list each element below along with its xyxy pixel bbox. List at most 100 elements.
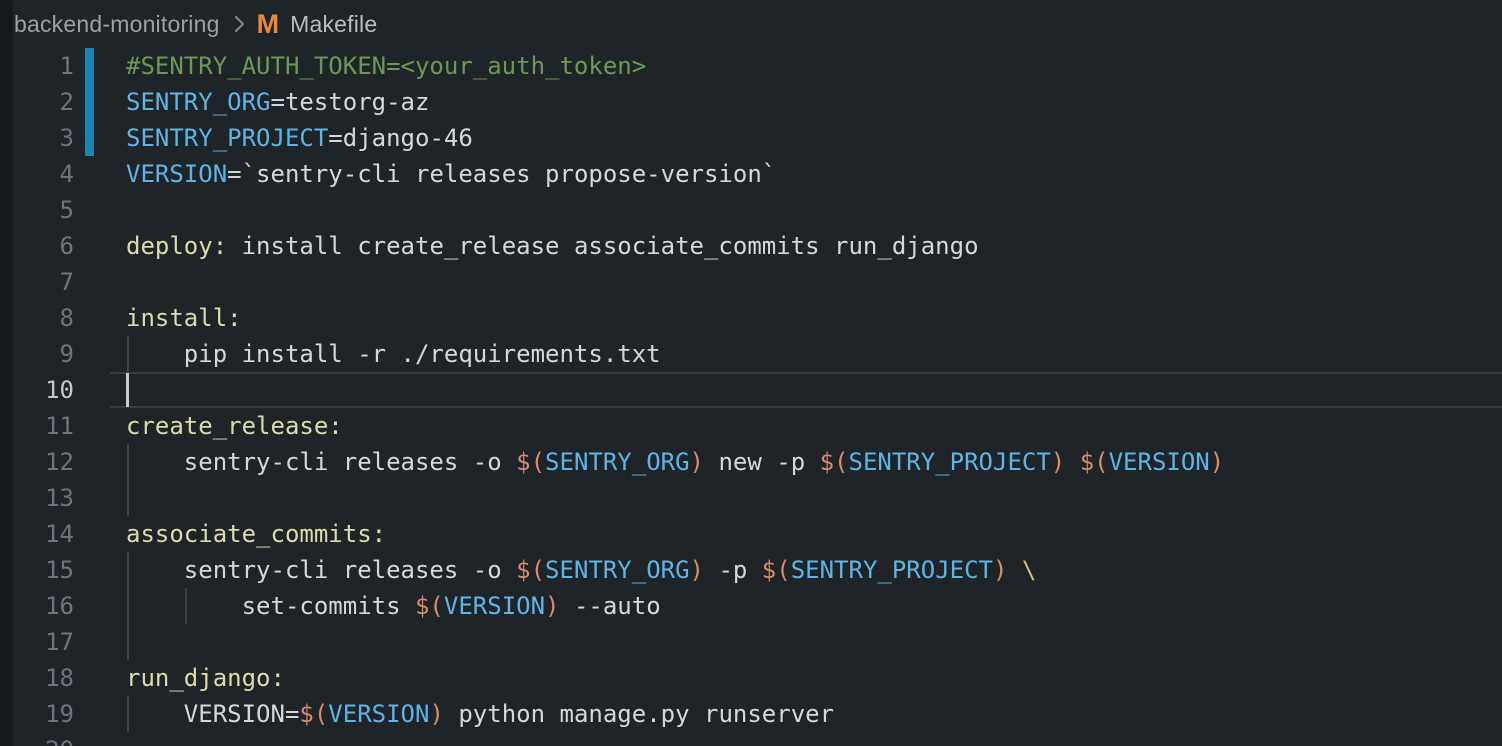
code-token: SENTRY_PROJECT — [126, 124, 328, 152]
makefile-icon: M — [257, 11, 280, 38]
code-token: SENTRY_ORG — [545, 448, 690, 476]
breadcrumb: backend-monitoring M Makefile — [0, 0, 1502, 48]
code-line-text[interactable]: deploy: install create_release associate… — [126, 228, 1502, 264]
code-line[interactable]: 16 set-commits $(VERSION) --auto — [0, 588, 1502, 624]
code-line-text[interactable] — [126, 372, 1502, 408]
code-token: VERSION — [126, 160, 227, 188]
code-line-text[interactable]: #SENTRY_AUTH_TOKEN=<your_auth_token> — [126, 48, 1502, 84]
breadcrumb-folder[interactable]: backend-monitoring — [14, 11, 220, 38]
code-token: $( — [762, 556, 791, 584]
code-editor[interactable]: 1#SENTRY_AUTH_TOKEN=<your_auth_token>2SE… — [0, 48, 1502, 746]
code-line-text[interactable] — [126, 732, 1502, 746]
code-token: create_release: — [126, 412, 343, 440]
code-token: \ — [1022, 556, 1036, 584]
code-line[interactable]: 7 — [0, 264, 1502, 300]
code-token: ) — [545, 592, 559, 620]
code-token: VERSION — [328, 700, 429, 728]
code-token: =django-46 — [328, 124, 473, 152]
code-token: $( — [299, 700, 328, 728]
code-line-text[interactable]: SENTRY_PROJECT=django-46 — [126, 120, 1502, 156]
code-line[interactable]: 17 — [0, 624, 1502, 660]
code-token: $( — [516, 556, 545, 584]
code-line[interactable]: 2SENTRY_ORG=testorg-az — [0, 84, 1502, 120]
code-line-text[interactable] — [126, 264, 1502, 300]
indent-guide — [127, 480, 129, 516]
text-cursor — [126, 373, 129, 407]
code-token — [1065, 448, 1079, 476]
code-line[interactable]: 11create_release: — [0, 408, 1502, 444]
code-line-text[interactable]: install: — [126, 300, 1502, 336]
code-token: VERSION — [444, 592, 545, 620]
code-token: $( — [516, 448, 545, 476]
code-line[interactable]: 4VERSION=`sentry-cli releases propose-ve… — [0, 156, 1502, 192]
code-token: ) — [1210, 448, 1224, 476]
code-token: SENTRY_ORG — [126, 88, 271, 116]
code-token: VERSION — [1109, 448, 1210, 476]
modified-lines-indicator — [85, 84, 94, 120]
code-line-text[interactable]: VERSION=$(VERSION) python manage.py runs… — [126, 696, 1502, 732]
code-line[interactable]: 13 — [0, 480, 1502, 516]
code-line[interactable]: 18run_django: — [0, 660, 1502, 696]
code-token: SENTRY_ORG — [545, 556, 690, 584]
modified-lines-indicator — [85, 120, 94, 156]
code-token: set-commits — [126, 592, 415, 620]
code-line[interactable]: 5 — [0, 192, 1502, 228]
code-line[interactable]: 14associate_commits: — [0, 516, 1502, 552]
code-line[interactable]: 10 — [0, 372, 1502, 408]
code-line[interactable]: 1#SENTRY_AUTH_TOKEN=<your_auth_token> — [0, 48, 1502, 84]
code-line[interactable]: 19 VERSION=$(VERSION) python manage.py r… — [0, 696, 1502, 732]
code-line-text[interactable] — [126, 192, 1502, 228]
code-token: -p — [704, 556, 762, 584]
indent-guide — [185, 588, 187, 624]
code-token: ) — [993, 556, 1007, 584]
code-token: pip install -r ./requirements.txt — [126, 340, 661, 368]
code-line[interactable]: 12 sentry-cli releases -o $(SENTRY_ORG) … — [0, 444, 1502, 480]
breadcrumb-file[interactable]: Makefile — [290, 11, 377, 38]
code-token — [1007, 556, 1021, 584]
code-line-text[interactable]: run_django: — [126, 660, 1502, 696]
code-line-text[interactable]: sentry-cli releases -o $(SENTRY_ORG) new… — [126, 444, 1502, 480]
code-line-text[interactable]: associate_commits: — [126, 516, 1502, 552]
code-token: install: — [126, 304, 242, 332]
code-token: python manage.py runserver — [444, 700, 834, 728]
code-line-text[interactable]: SENTRY_ORG=testorg-az — [126, 84, 1502, 120]
indent-guide — [127, 552, 129, 588]
indent-guide — [127, 696, 129, 732]
code-token: --auto — [560, 592, 661, 620]
code-token: ) — [690, 448, 704, 476]
code-token: run_django: — [126, 664, 285, 692]
code-token: new -p — [704, 448, 820, 476]
code-token: =`sentry-cli releases propose-version` — [227, 160, 776, 188]
code-line[interactable]: 8install: — [0, 300, 1502, 336]
code-line-text[interactable] — [126, 624, 1502, 660]
code-token: $( — [415, 592, 444, 620]
code-line[interactable]: 6deploy: install create_release associat… — [0, 228, 1502, 264]
code-line[interactable]: 20 — [0, 732, 1502, 746]
code-line[interactable]: 3SENTRY_PROJECT=django-46 — [0, 120, 1502, 156]
code-line[interactable]: 9 pip install -r ./requirements.txt — [0, 336, 1502, 372]
code-token: SENTRY_PROJECT — [791, 556, 993, 584]
modified-lines-indicator — [85, 48, 94, 84]
code-token: =testorg-az — [271, 88, 430, 116]
code-token: sentry-cli releases -o — [126, 448, 516, 476]
code-line[interactable]: 15 sentry-cli releases -o $(SENTRY_ORG) … — [0, 552, 1502, 588]
code-line-text[interactable]: set-commits $(VERSION) --auto — [126, 588, 1502, 624]
code-line-text[interactable]: sentry-cli releases -o $(SENTRY_ORG) -p … — [126, 552, 1502, 588]
code-token: sentry-cli releases -o — [126, 556, 516, 584]
code-token: VERSION= — [126, 700, 299, 728]
code-line-text[interactable]: pip install -r ./requirements.txt — [126, 336, 1502, 372]
editor-left-margin — [0, 0, 13, 746]
indent-guide — [127, 624, 129, 660]
code-token: associate_commits: — [126, 520, 386, 548]
code-line-text[interactable]: VERSION=`sentry-cli releases propose-ver… — [126, 156, 1502, 192]
code-token: install create_release associate_commits… — [227, 232, 978, 260]
code-token: $( — [820, 448, 849, 476]
indent-guide — [127, 336, 129, 372]
indent-guide — [127, 588, 129, 624]
code-line-text[interactable] — [126, 480, 1502, 516]
code-line-text[interactable]: create_release: — [126, 408, 1502, 444]
code-token: $( — [1080, 448, 1109, 476]
code-token: #SENTRY_AUTH_TOKEN=<your_auth_token> — [126, 52, 646, 80]
code-token: deploy: — [126, 232, 227, 260]
code-token: ) — [690, 556, 704, 584]
